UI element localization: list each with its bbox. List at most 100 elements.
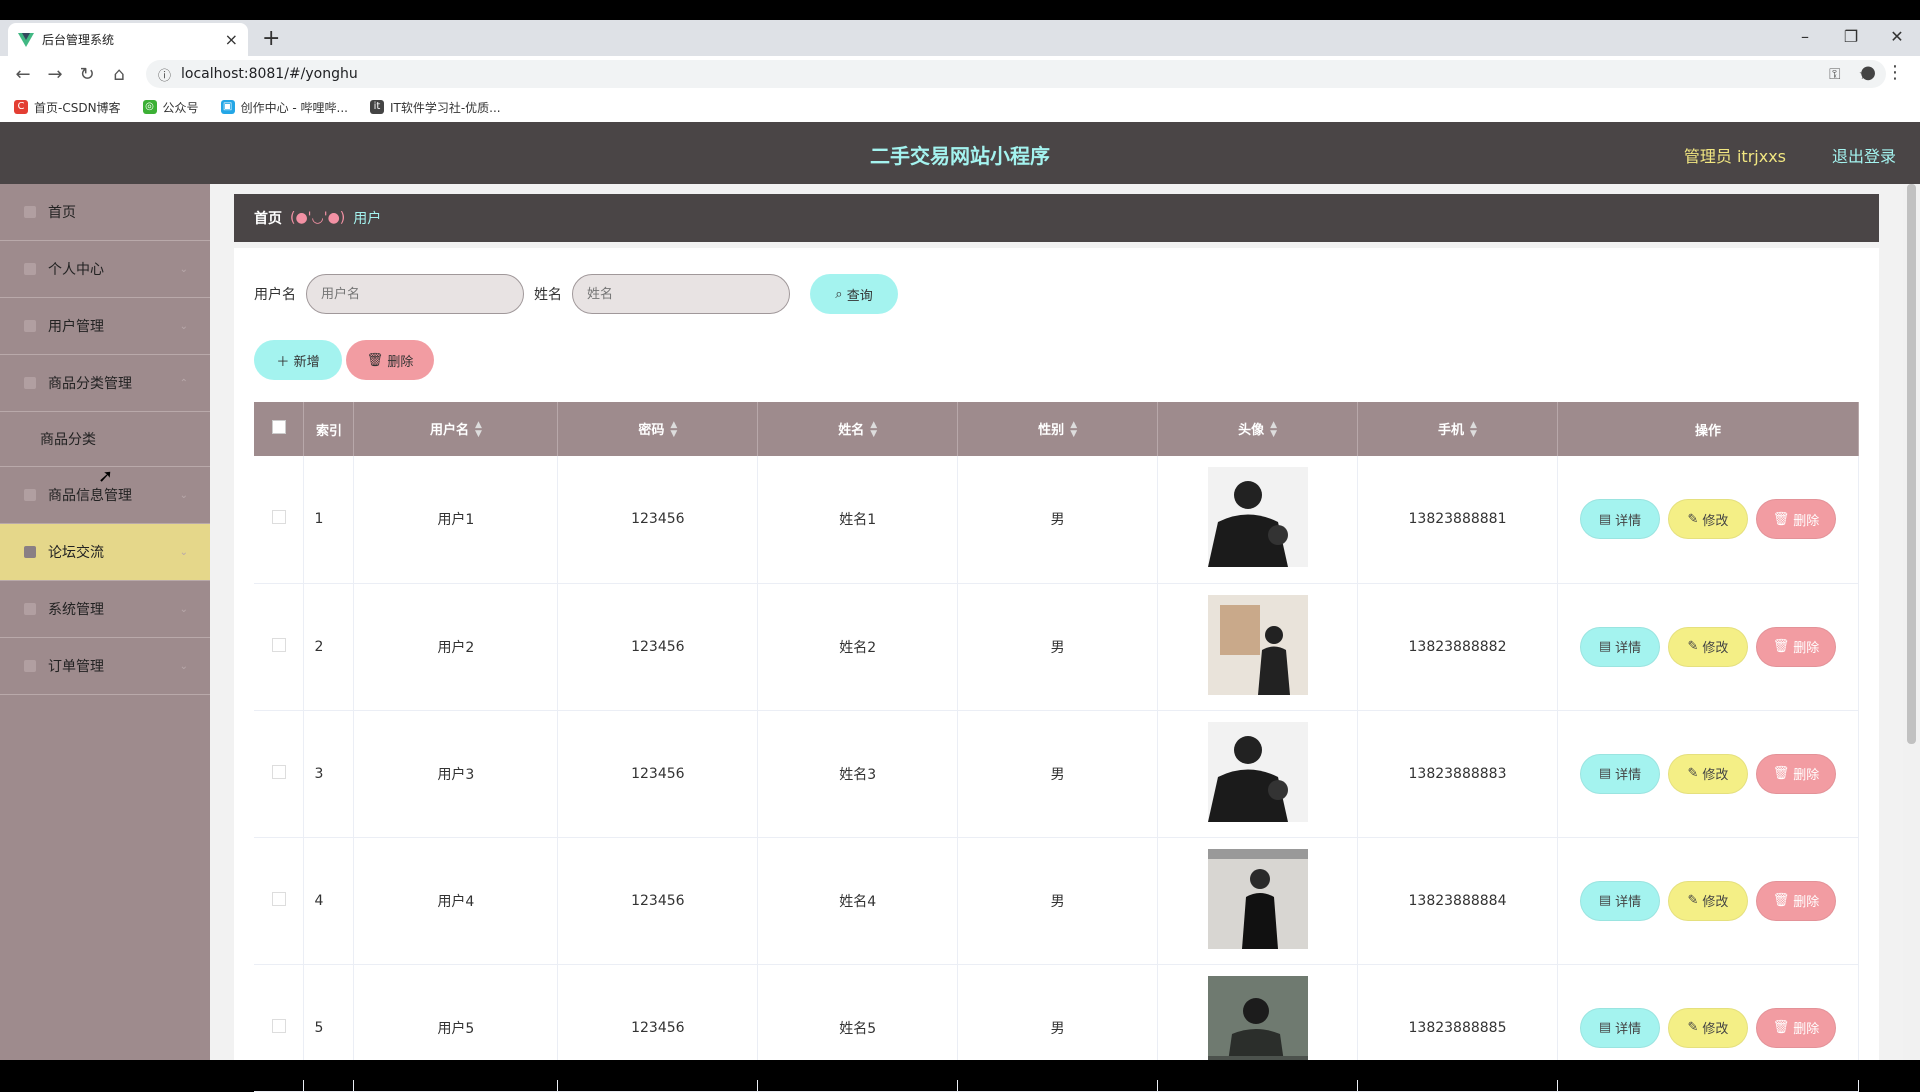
table-header-row: 索引 用户名 ▲ ▼ 密码 ▲ ▼ 姓名 ▲ ▼ 性别 ▲ ▼ 头像 ▲ ▼ 手机 ▲ ▼ 操作: [254, 402, 1860, 456]
logout-button[interactable]: 退出登录: [1832, 143, 1896, 167]
scrollbar-thumb[interactable]: [1907, 184, 1916, 744]
name-search-input[interactable]: [572, 274, 790, 314]
edit-button[interactable]: ✎ 修改: [1667, 626, 1748, 667]
delete-button[interactable]: 🗑 删除: [1755, 880, 1836, 921]
row-checkbox[interactable]: [271, 764, 286, 779]
sidebar-item-orders[interactable]: 订单管理 ⌄: [0, 638, 210, 695]
wechat-icon: ◎: [142, 100, 157, 114]
browser-tab[interactable]: 后台管理系统 ×: [8, 23, 248, 56]
restore-icon[interactable]: ❐: [1828, 20, 1874, 56]
detail-button[interactable]: ▤ 详情: [1579, 880, 1660, 921]
sidebar-subitem-category[interactable]: 商品分类: [0, 412, 210, 467]
mouse-cursor-icon: ➚: [98, 466, 114, 487]
sidebar-item-profile[interactable]: 个人中心 ⌄: [0, 241, 210, 298]
col-index: 索引: [303, 402, 355, 456]
cell-index: 3: [303, 710, 355, 838]
col-username[interactable]: 用户名 ▲ ▼: [353, 402, 559, 456]
trash-icon: 🗑: [1772, 511, 1790, 527]
col-avatar[interactable]: 头像 ▲ ▼: [1157, 402, 1359, 456]
row-select-cell: [254, 837, 305, 965]
bookmark-item[interactable]: ◎ 公众号: [142, 99, 199, 116]
sort-icon[interactable]: ▲ ▼: [475, 421, 482, 439]
delete-button[interactable]: 🗑 删除: [1755, 626, 1836, 667]
detail-button[interactable]: ▤ 详情: [1579, 753, 1660, 794]
edit-button[interactable]: ✎ 修改: [1667, 753, 1748, 794]
bookmark-item[interactable]: it IT软件学习社-优质...: [369, 99, 501, 116]
close-tab-icon[interactable]: ×: [225, 30, 238, 49]
forum-icon: [24, 546, 36, 558]
close-window-icon[interactable]: ✕: [1874, 20, 1920, 56]
url-bar[interactable]: ⓘ localhost:8081/#/yonghu ⚿ ☆: [146, 60, 1886, 88]
sidebar-item-system[interactable]: 系统管理 ⌄: [0, 581, 210, 638]
row-checkbox[interactable]: [271, 1018, 286, 1033]
cell-name: 姓名3: [757, 710, 959, 838]
col-phone[interactable]: 手机 ▲ ▼: [1357, 402, 1558, 456]
delete-button[interactable]: 🗑 删除: [1755, 1007, 1836, 1048]
trash-icon: 🗑: [1772, 1020, 1790, 1035]
edit-button[interactable]: ✎ 修改: [1667, 880, 1748, 921]
bookmark-item[interactable]: C 首页-CSDN博客: [14, 99, 121, 116]
page-scrollbar[interactable]: [1903, 184, 1920, 1060]
col-name[interactable]: 姓名 ▲ ▼: [757, 402, 959, 456]
sort-icon[interactable]: ▲ ▼: [670, 421, 677, 439]
detail-button[interactable]: ▤ 详情: [1579, 626, 1660, 667]
query-button[interactable]: ⌕ 查询: [810, 274, 898, 314]
sidebar-item-forum[interactable]: 论坛交流 ⌄: [0, 524, 210, 581]
app-title: 二手交易网站小程序: [870, 144, 1050, 168]
account-icon[interactable]: ●: [1860, 62, 1876, 83]
detail-button[interactable]: ▤ 详情: [1579, 1007, 1660, 1048]
sidebar-item-category-mgmt[interactable]: 商品分类管理 ⌃: [0, 355, 210, 412]
detail-button[interactable]: ▤ 详情: [1579, 499, 1660, 540]
col-actions: 操作: [1557, 402, 1860, 456]
delete-button[interactable]: 🗑 删除: [1755, 499, 1836, 540]
row-checkbox[interactable]: [271, 891, 286, 906]
site-info-icon[interactable]: ⓘ: [158, 65, 171, 84]
edit-button[interactable]: ✎ 修改: [1667, 1007, 1748, 1048]
cell-actions: ▤ 详情 ✎ 修改 🗑 删除: [1557, 456, 1860, 584]
sidebar-item-users[interactable]: 用户管理 ⌄: [0, 298, 210, 355]
more-menu-icon[interactable]: ⋮: [1886, 62, 1904, 83]
select-all-checkbox[interactable]: [271, 420, 286, 434]
breadcrumb-home[interactable]: 首页: [254, 208, 282, 228]
address-bar-row: ← → ↻ ⌂ ⓘ localhost:8081/#/yonghu ⚿ ☆ ● …: [0, 56, 1920, 92]
document-icon: ▤: [1598, 639, 1612, 654]
trash-icon: 🗑: [1772, 639, 1790, 654]
delete-button[interactable]: 🗑 删除: [1755, 753, 1836, 794]
category-icon: [24, 377, 36, 389]
bookmark-item[interactable]: ▣ 创作中心 - 哔哩哔...: [220, 99, 348, 116]
cell-actions: ▤ 详情 ✎ 修改 🗑 删除: [1557, 583, 1860, 711]
cell-password: 123456: [557, 583, 759, 711]
sidebar-item-home[interactable]: 首页: [0, 184, 210, 241]
plus-icon: ＋: [276, 354, 294, 370]
row-checkbox[interactable]: [271, 510, 286, 525]
user-icon: [24, 263, 36, 275]
cell-password: 123456: [557, 456, 759, 584]
reload-icon[interactable]: ↻: [74, 64, 100, 85]
sidebar: 首页 个人中心 ⌄ 用户管理 ⌄ 商品分类管理 ⌃ 商品分类 商品信息管理 ⌄ 论坛交流…: [0, 184, 210, 1060]
chevron-down-icon: ⌄: [179, 263, 188, 275]
sort-icon[interactable]: ▲ ▼: [1470, 421, 1477, 439]
document-icon: ▤: [1598, 511, 1612, 527]
forward-icon[interactable]: →: [42, 64, 68, 85]
col-password[interactable]: 密码 ▲ ▼: [557, 402, 759, 456]
minimize-icon[interactable]: –: [1782, 20, 1828, 56]
batch-delete-button[interactable]: 🗑 删除: [346, 340, 434, 380]
sort-icon[interactable]: ▲ ▼: [870, 421, 877, 439]
row-select-cell: [254, 456, 305, 584]
url-text: localhost:8081/#/yonghu: [181, 66, 358, 82]
sort-icon[interactable]: ▲ ▼: [1270, 421, 1277, 439]
back-icon[interactable]: ←: [10, 64, 36, 85]
sort-icon[interactable]: ▲ ▼: [1070, 421, 1077, 439]
key-icon[interactable]: ⚿: [1829, 65, 1840, 83]
username-search-input[interactable]: [306, 274, 524, 314]
username-label: 用户名: [254, 287, 296, 303]
add-button[interactable]: ＋ 新增: [254, 340, 342, 380]
content-panel: 用户名 姓名 ⌕ 查询 ＋ 新增 🗑 删除 索引 用户名▲▼ 密码▲▼ 姓名▲▼: [234, 248, 1879, 1092]
row-select-cell: [254, 710, 305, 838]
edit-button[interactable]: ✎ 修改: [1667, 499, 1748, 540]
col-gender[interactable]: 性别 ▲ ▼: [957, 402, 1159, 456]
row-checkbox[interactable]: [271, 637, 286, 652]
new-tab-icon[interactable]: +: [262, 26, 280, 51]
avatar-image: [1207, 594, 1308, 695]
home-icon[interactable]: ⌂: [106, 64, 132, 85]
